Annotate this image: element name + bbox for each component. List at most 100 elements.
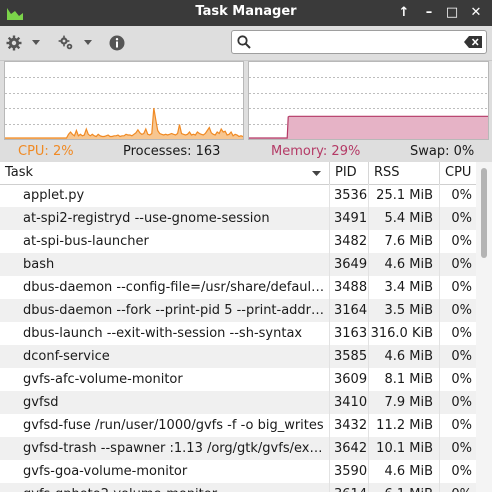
table-row[interactable]: dbus-daemon --config-file=/usr/share/def… [0,276,476,299]
process-cpu: 0% [451,280,472,295]
cpu-graph-plot [5,77,243,139]
process-name: gvfs-gphoto2-volume-monitor [0,483,330,492]
column-header-rss[interactable]: RSS [369,162,440,184]
process-cpu: 0% [451,303,472,318]
process-name: bash [0,253,330,276]
process-rss: 3.5 MiB [369,299,440,322]
table-row[interactable]: dconf-service 3585 4.6 MiB 0% [0,345,476,368]
process-pid: 3649 [330,253,369,276]
table-row[interactable]: gvfs-gphoto2-volume-monitor36146.1 MiB0% [0,483,476,492]
process-rss: 25.1 MiB [369,184,440,207]
graphs-panel: CPU: 2% Processes: 163 Memory: 29% Swap:… [0,61,492,162]
process-name: gvfs-afc-volume-monitor [0,368,330,391]
gear-icon [6,35,22,51]
process-name: at-spi-bus-launcher [0,230,330,253]
column-header-pid[interactable]: PID [330,162,369,184]
process-table: Task PID RSS CPU applet.py 3536 25.1 MiB 0%… [0,162,492,492]
keep-above-icon[interactable]: ↑ [393,2,415,24]
process-cpu: 0% [451,441,472,456]
process-cpu: 0% [451,464,472,479]
info-icon [109,35,125,51]
table-row[interactable]: dbus-launch --exit-with-session --sh-syn… [0,322,476,345]
process-name: applet.py [0,184,330,207]
process-pid: 3491 [330,207,369,230]
process-rss: 4.6 MiB [369,460,440,483]
process-list: applet.py 3536 25.1 MiB 0% at-spi2-registryd… [0,184,476,492]
column-header-task-label: Task [5,165,34,180]
process-name: dconf-service [0,345,330,368]
process-rss: 5.4 MiB [369,207,440,230]
usage-area [5,108,243,139]
process-menu-button[interactable] [58,32,92,54]
title-bar[interactable]: Task Manager ↑ – □ ✕ [0,0,492,26]
process-cpu: 0% [451,372,472,387]
process-rss: 7.9 MiB [369,391,440,414]
process-cpu: 0% [451,326,472,341]
process-pid: 3585 [330,345,369,368]
clear-text-icon[interactable] [464,36,482,52]
process-pid: 3410 [330,391,369,414]
table-row[interactable]: gvfsd-trash --spawner :1.13 /org/gtk/gvf… [0,437,476,460]
chevron-down-icon [84,40,92,46]
process-pid: 3482 [330,230,369,253]
process-rss: 7.6 MiB [369,230,440,253]
process-pid: 3488 [330,276,369,299]
usage-area [249,116,488,139]
process-name: dbus-daemon --fork --print-pid 5 --print… [0,299,330,322]
settings-menu-button[interactable] [6,32,40,54]
process-cpu: 0% [451,418,472,433]
process-cpu: 0% [451,234,472,249]
column-header-task[interactable]: Task [0,162,330,184]
cogs-icon [58,35,74,51]
table-row[interactable]: at-spi-bus-launcher 3482 7.6 MiB 0% [0,230,476,253]
table-row[interactable]: applet.py 3536 25.1 MiB 0% [0,184,476,207]
process-pid: 3432 [330,414,369,437]
process-pid: 3642 [330,437,369,460]
scrollbar-thumb[interactable] [481,168,487,258]
swap-usage-label: Swap: 0% [410,144,475,159]
process-pid: 3536 [330,184,369,207]
process-pid: 3609 [330,368,369,391]
stats-bar: CPU: 2% Processes: 163 Memory: 29% Swap:… [0,142,492,162]
maximize-icon[interactable]: □ [441,2,463,24]
process-cpu: 0% [451,188,472,203]
process-pid: 3614 [330,483,369,492]
process-rss: 6.1 MiB [369,483,440,492]
table-row[interactable]: bash 3649 4.6 MiB 0% [0,253,476,276]
process-rss: 3.4 MiB [369,276,440,299]
process-name: dbus-daemon --config-file=/usr/share/def… [0,276,330,299]
table-row[interactable]: gvfs-goa-volume-monitor 3590 4.6 MiB 0% [0,460,476,483]
table-row[interactable]: at-spi2-registryd --use-gnome-session 349… [0,207,476,230]
column-header-cpu[interactable]: CPU [440,162,476,184]
search-icon [237,35,251,53]
process-cpu: 0% [451,395,472,410]
minimize-icon[interactable]: – [418,2,440,24]
table-row[interactable]: gvfs-afc-volume-monitor 3609 8.1 MiB 0% [0,368,476,391]
search-input[interactable] [256,33,460,53]
chevron-down-icon [32,40,40,46]
process-cpu: 0% [451,211,472,226]
cpu-usage-label: CPU: 2% [18,144,74,159]
process-rss: 316.0 KiB [369,322,440,345]
process-cpu: 0% [451,257,472,272]
task-manager-window: Task Manager ↑ – □ ✕ CPU: 2% Processes: … [0,0,492,492]
process-name: gvfsd-fuse /run/user/1000/gvfs -f -o big… [0,414,330,437]
about-button[interactable] [109,32,125,54]
table-row[interactable]: gvfsd-fuse /run/user/1000/gvfs -f -o big… [0,414,476,437]
process-pid: 3590 [330,460,369,483]
process-pid: 3163 [330,322,369,345]
memory-graph-plot [249,77,488,139]
search-field[interactable] [231,30,487,54]
table-header: Task PID RSS CPU [0,162,476,185]
close-icon[interactable]: ✕ [465,2,487,24]
process-pid: 3164 [330,299,369,322]
vertical-scrollbar[interactable] [476,162,492,492]
process-cpu: 0% [440,483,476,492]
table-row[interactable]: gvfsd 3410 7.9 MiB 0% [0,391,476,414]
process-name: at-spi2-registryd --use-gnome-session [0,207,330,230]
table-row[interactable]: dbus-daemon --fork --print-pid 5 --print… [0,299,476,322]
processes-count-label: Processes: 163 [123,144,221,159]
process-name: dbus-launch --exit-with-session --sh-syn… [0,322,330,345]
process-cpu: 0% [451,349,472,364]
memory-graph [248,61,489,140]
